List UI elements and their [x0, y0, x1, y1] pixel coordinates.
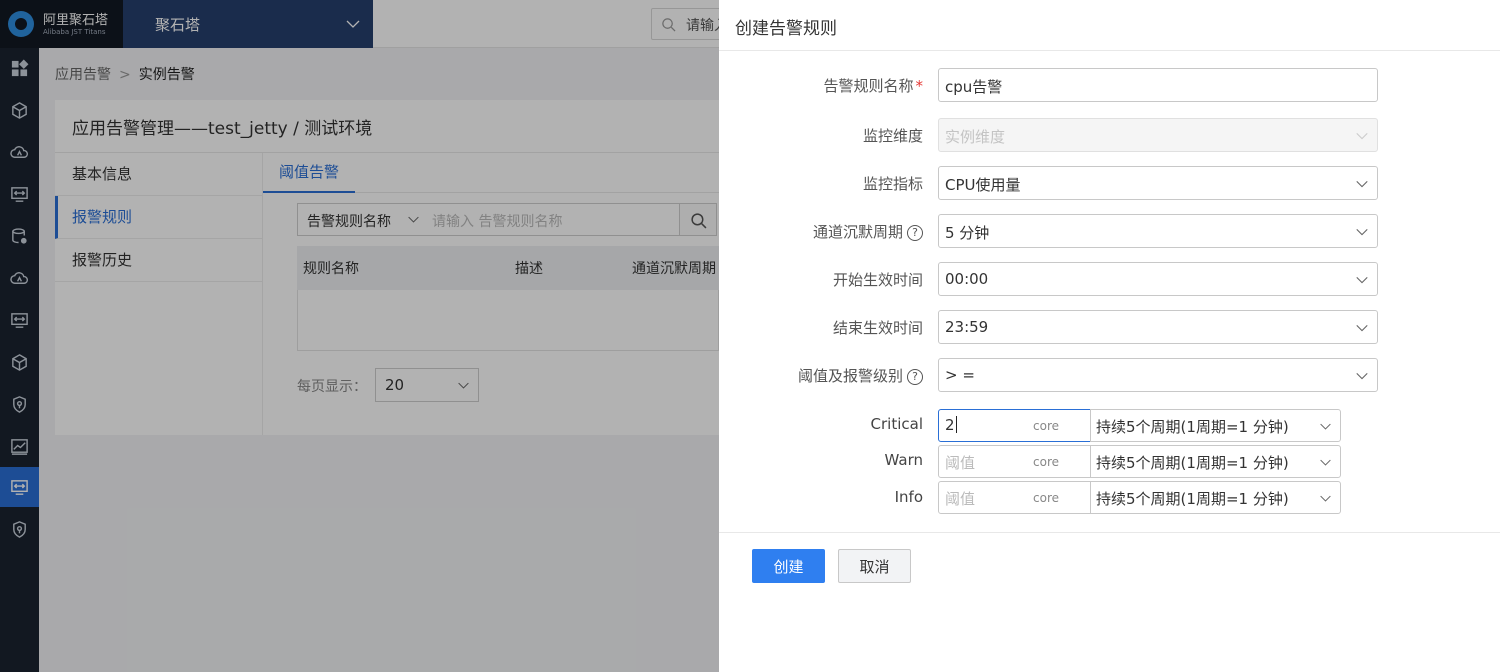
cancel-button[interactable]: 取消 — [838, 549, 911, 583]
drawer-title: 创建告警规则 — [735, 19, 837, 39]
divider — [719, 532, 1500, 533]
dimension-select: 实例维度 — [938, 118, 1378, 152]
metric-value: CPU使用量 — [945, 176, 1021, 194]
chevron-down-icon — [1356, 180, 1368, 188]
rule-name-value: cpu告警 — [945, 78, 1003, 96]
critical-threshold-value-text: 2 — [945, 416, 955, 434]
chevron-down-icon — [1356, 228, 1368, 236]
critical-threshold-input[interactable]: 2 core — [938, 409, 1091, 442]
text-caret — [955, 416, 957, 433]
modal-overlay[interactable] — [0, 0, 719, 672]
info-threshold-placeholder: 阈值 — [945, 490, 976, 508]
threshold-label-text: 阈值及报警级别 — [797, 367, 903, 385]
warn-duration-select[interactable]: 持续5个周期(1周期=1 分钟) — [1090, 445, 1341, 478]
chevron-down-icon — [1356, 372, 1368, 380]
dimension-value: 实例维度 — [945, 128, 1006, 146]
rule-name-input[interactable]: cpu告警 — [938, 68, 1378, 102]
silence-period-label: 通道沉默周期? — [813, 221, 923, 242]
unit-label: core — [1033, 455, 1059, 469]
info-duration-select[interactable]: 持续5个周期(1周期=1 分钟) — [1090, 481, 1341, 514]
warn-duration-value: 持续5个周期(1周期=1 分钟) — [1096, 454, 1289, 472]
level-warn-label: Warn — [884, 451, 923, 469]
info-duration-value: 持续5个周期(1周期=1 分钟) — [1096, 490, 1289, 508]
chevron-down-icon — [1356, 132, 1368, 140]
chevron-down-icon — [1320, 495, 1331, 502]
chevron-down-icon — [1356, 276, 1368, 284]
unit-label: core — [1033, 491, 1059, 505]
critical-duration-select[interactable]: 持续5个周期(1周期=1 分钟) — [1090, 409, 1341, 442]
end-time-select[interactable]: 23:59 — [938, 310, 1378, 344]
metric-select[interactable]: CPU使用量 — [938, 166, 1378, 200]
threshold-label: 阈值及报警级别? — [798, 365, 923, 386]
start-time-select[interactable]: 00:00 — [938, 262, 1378, 296]
dimension-label: 监控维度 — [862, 127, 923, 145]
info-threshold-input[interactable]: 阈值 core — [938, 481, 1091, 514]
metric-label: 监控指标 — [862, 175, 923, 193]
divider — [719, 50, 1500, 51]
rule-name-label-text: 告警规则名称 — [823, 77, 914, 95]
help-icon[interactable]: ? — [907, 369, 923, 385]
required-mark: * — [915, 77, 924, 95]
chevron-down-icon — [1356, 324, 1368, 332]
silence-period-value: 5 分钟 — [945, 224, 990, 242]
silence-period-label-text: 通道沉默周期 — [812, 223, 903, 241]
warn-threshold-placeholder: 阈值 — [945, 454, 976, 472]
silence-period-select[interactable]: 5 分钟 — [938, 214, 1378, 248]
help-icon[interactable]: ? — [907, 225, 923, 241]
threshold-operator-select[interactable]: > = — [938, 358, 1378, 392]
chevron-down-icon — [1320, 459, 1331, 466]
end-time-label: 结束生效时间 — [832, 319, 923, 337]
create-button[interactable]: 创建 — [752, 549, 825, 583]
level-info-label: Info — [894, 488, 923, 506]
chevron-down-icon — [1320, 423, 1331, 430]
level-critical-label: Critical — [870, 415, 923, 433]
rule-name-label: 告警规则名称 * — [823, 75, 923, 96]
critical-duration-value: 持续5个周期(1周期=1 分钟) — [1096, 418, 1289, 436]
end-time-value: 23:59 — [945, 318, 989, 336]
warn-threshold-input[interactable]: 阈值 core — [938, 445, 1091, 478]
threshold-operator-value: > = — [945, 366, 975, 384]
start-time-value: 00:00 — [945, 270, 989, 288]
create-rule-drawer: 创建告警规则 告警规则名称 * cpu告警 监控维度 实例维度 监控指标 CPU使… — [719, 0, 1500, 672]
start-time-label: 开始生效时间 — [832, 271, 923, 289]
critical-threshold-value: 2 — [945, 416, 957, 434]
unit-label: core — [1033, 419, 1059, 433]
